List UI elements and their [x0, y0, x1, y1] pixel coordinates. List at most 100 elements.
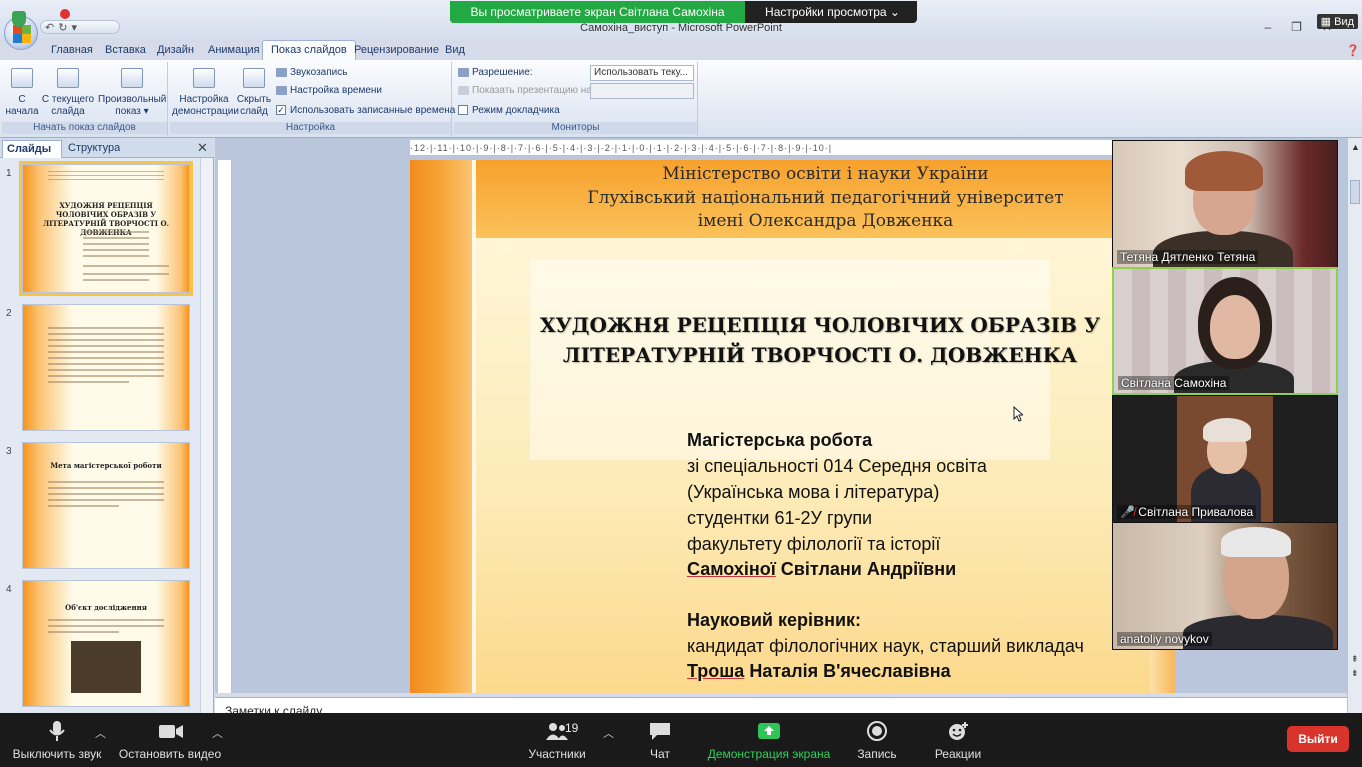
thumb-number: 2 — [6, 308, 12, 319]
shared-screen: ↶ ↻ ▾ Самохіна_виступ - Microsoft PowerPoi… — [0, 0, 1362, 713]
thumb-title: Мета магістерської роботи — [50, 461, 162, 470]
participant-name: Тетяна Дятленко Тетяна — [1117, 250, 1259, 264]
from-start-button[interactable]: С начала — [4, 68, 40, 118]
participant-video-3[interactable]: 🎤̸ Світлана Привалова — [1112, 395, 1338, 523]
next-slide-icon[interactable]: ⇟ — [1351, 668, 1359, 679]
participant-name: Світлана Самохіна — [1118, 376, 1230, 390]
participant-name: 🎤̸ Світлана Привалова — [1117, 505, 1257, 519]
view-settings-button[interactable]: Настройки просмотра ⌄ — [750, 1, 915, 23]
current-slide[interactable]: Міністерство освіти і науки України Глух… — [410, 160, 1175, 693]
minimize-icon[interactable]: – — [1264, 20, 1291, 34]
resolution-icon — [458, 67, 469, 77]
tab-outline[interactable]: Структура — [68, 142, 120, 154]
prev-slide-icon[interactable]: ⇞ — [1351, 654, 1359, 665]
tab-home[interactable]: Главная — [51, 44, 93, 56]
participants-button[interactable]: 19 Участники — [525, 721, 589, 761]
thumb-number: 4 — [6, 584, 12, 595]
author-surname: Самохіної — [687, 559, 776, 579]
tab-animation[interactable]: Анимация — [208, 44, 260, 56]
hide-slide-icon — [243, 68, 265, 88]
specialty-detail: (Українська мова і література) — [687, 482, 940, 502]
thumb-number: 3 — [6, 446, 12, 457]
share-screen-icon — [757, 721, 781, 741]
stop-video-button[interactable]: Остановить видео — [118, 721, 222, 761]
chat-bubble-icon — [648, 721, 672, 741]
smiley-plus-icon — [946, 721, 970, 741]
participant-video-2-active-speaker[interactable]: Світлана Самохіна — [1112, 267, 1338, 395]
record-icon — [865, 721, 889, 741]
show-on-select[interactable] — [590, 83, 694, 99]
chat-button[interactable]: Чат — [640, 721, 680, 761]
tab-view[interactable]: Вид — [445, 44, 465, 56]
tab-design[interactable]: Дизайн — [157, 44, 194, 56]
ribbon-tabs: Главная Вставка Дизайн Анимация Показ сл… — [0, 40, 1362, 61]
participants-icon: 19 — [535, 721, 579, 741]
slide-thumbnail-4[interactable]: Об'єкт дослідження — [22, 580, 190, 707]
record-narration-button[interactable]: Звукозапись — [276, 65, 347, 81]
author-given-name: Світлани Андріївни — [775, 559, 957, 579]
tab-slideshow[interactable]: Показ слайдов — [262, 40, 356, 61]
resolution-select[interactable]: Использовать теку... ▾ — [590, 65, 694, 92]
hide-slide-button[interactable]: Скрыть слайд — [236, 68, 272, 118]
book-image — [71, 641, 141, 693]
participant-video-1[interactable]: Тетяна Дятленко Тетяна — [1112, 140, 1338, 268]
slide-title-line1: ХУДОЖНЯ РЕЦЕПЦІЯ ЧОЛОВІЧИХ ОБРАЗІВ У — [539, 313, 1101, 337]
slide-thumbnail-3[interactable]: Мета магістерської роботи — [22, 442, 190, 569]
slide-orange-band — [410, 160, 472, 693]
record-button[interactable]: Запись — [852, 721, 902, 761]
presenter-view-checkbox[interactable]: Режим докладчика — [458, 103, 560, 119]
reactions-button[interactable]: Реакции — [928, 721, 988, 761]
tab-slides[interactable]: Слайды — [2, 140, 62, 158]
horizontal-ruler: ·12·|·11·|·10·|·9·|·8·|·7·|·6·|·5·|·4·|·… — [410, 140, 1112, 156]
setup-show-button[interactable]: Настройка демонстрации — [172, 68, 239, 118]
share-screen-button[interactable]: Демонстрация экрана — [704, 721, 834, 761]
rehearse-timings-button[interactable]: Настройка времени — [276, 83, 382, 99]
start-group-label: Начать показ слайдов — [2, 122, 167, 134]
custom-show-icon — [121, 68, 143, 88]
custom-show-button[interactable]: Произвольный показ ▾ — [98, 68, 166, 118]
setup-group: Настройка демонстрации Скрыть слайд Звук… — [170, 62, 455, 136]
scroll-thumb[interactable] — [1350, 180, 1360, 204]
from-current-button[interactable]: С текущего слайда — [40, 68, 96, 118]
leave-meeting-button[interactable]: Выйти — [1287, 726, 1349, 752]
slides-pane: Слайды Структура ✕ 1 ХУДОЖНЯ РЕЦЕПЦІЯ ЧО… — [0, 138, 214, 713]
slideshow-current-icon — [57, 68, 79, 88]
participants-count: 19 — [565, 721, 579, 735]
tab-review[interactable]: Рецензирование — [354, 44, 439, 56]
work-type: Магістерська робота — [687, 430, 873, 450]
slide-title: ХУДОЖНЯ РЕЦЕПЦІЯ ЧОЛОВІЧИХ ОБРАЗІВ У ЛІТЕ… — [500, 310, 1140, 370]
start-show-group: С начала С текущего слайда Произвольный … — [2, 62, 168, 136]
view-button[interactable]: ▦ Вид — [1316, 14, 1358, 29]
use-timings-checkbox[interactable]: ✓ Использовать записанные времена — [276, 103, 455, 119]
thumbnails-scrollbar[interactable] — [200, 158, 213, 713]
close-icon[interactable]: ✕ — [197, 140, 208, 156]
mute-button[interactable]: Выключить звук — [12, 721, 102, 761]
slide-thumbnail-1[interactable]: ХУДОЖНЯ РЕЦЕПЦІЯ ЧОЛОВІЧИХ ОБРАЗІВ У ЛІТ… — [19, 161, 193, 296]
slide-thumbnail-2[interactable] — [22, 304, 190, 431]
microphone-icon — [276, 67, 287, 77]
participant-video-4[interactable]: anatoliy novykov — [1112, 522, 1338, 650]
supervisor-surname: Троша — [687, 661, 745, 681]
specialty: зі спеціальності 014 Середня освіта — [687, 456, 987, 476]
student-group: студентки 61-2У групи — [687, 508, 873, 528]
university-line: Глухівський національний педагогічний ун… — [587, 188, 1064, 208]
video-options-caret-icon[interactable]: ︿ — [212, 725, 223, 741]
vertical-ruler — [218, 160, 232, 693]
resolution-label: Разрешение: — [458, 65, 533, 81]
camera-icon — [158, 721, 183, 741]
window-title: Самохіна_виступ - Microsoft PowerPoint — [580, 22, 782, 34]
notes-pane[interactable]: Заметки к слайду — [215, 697, 1347, 713]
tab-insert[interactable]: Вставка — [105, 44, 146, 56]
participants-caret-icon[interactable]: ︿ — [603, 725, 614, 741]
supervisor-name: Троша Наталія В'ячеславівна — [687, 659, 951, 684]
vertical-scrollbar[interactable]: ▲ ⇞ ⇟ — [1347, 138, 1362, 713]
help-icon[interactable]: ❓ — [1346, 44, 1360, 57]
audio-options-caret-icon[interactable]: ︿ — [95, 725, 106, 741]
stopwatch-icon — [276, 85, 287, 95]
author-name: Самохіної Світлани Андріївни — [687, 557, 956, 582]
mouse-cursor-icon — [1013, 406, 1023, 422]
pane-tabs: Слайды Структура ✕ — [0, 138, 214, 158]
checkbox-empty-icon — [458, 105, 468, 116]
supervisor-label: Науковий керівник: — [687, 610, 862, 630]
scroll-up-icon[interactable]: ▲ — [1351, 142, 1360, 152]
